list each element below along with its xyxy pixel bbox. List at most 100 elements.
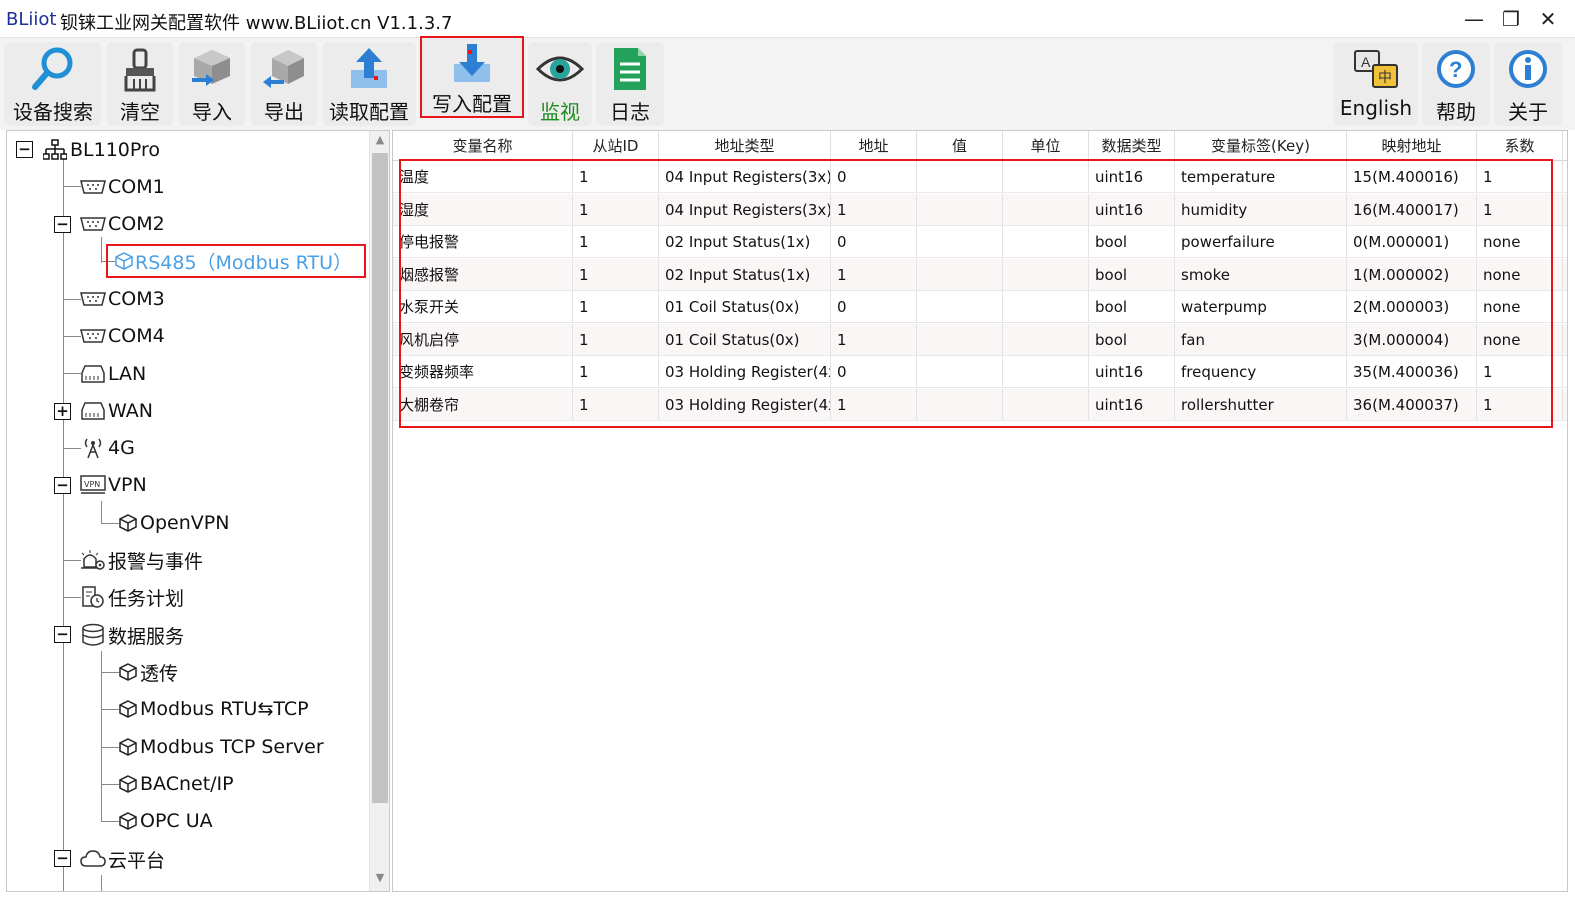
table-cell[interactable]: [917, 291, 1003, 322]
collapse-com2-toggle[interactable]: −: [54, 216, 71, 233]
column-header[interactable]: 地址: [831, 131, 917, 160]
table-cell[interactable]: 1: [1477, 193, 1563, 225]
read-config-button[interactable]: 读取配置: [322, 42, 416, 126]
table-cell[interactable]: 1: [831, 323, 917, 355]
table-cell[interactable]: [1003, 258, 1089, 290]
table-row[interactable]: 大棚卷帘 1 03 Holding Register(4x) 1 uint16 rolle…: [393, 388, 1567, 421]
english-button[interactable]: A中 English: [1334, 42, 1418, 126]
column-header[interactable]: 变量标签(Key): [1175, 131, 1347, 160]
column-header[interactable]: 单位: [1003, 131, 1089, 160]
table-cell[interactable]: [917, 356, 1003, 387]
table-cell[interactable]: smoke: [1175, 258, 1347, 290]
table-cell[interactable]: 02 Input Status(1x): [659, 258, 831, 290]
table-cell[interactable]: 2(M.000003): [1347, 291, 1477, 322]
table-row[interactable]: 风机启停 1 01 Coil Status(0x) 1 bool fan 3(M.00000…: [393, 323, 1567, 356]
column-header[interactable]: 系数: [1477, 131, 1563, 160]
table-row[interactable]: 变频器频率 1 03 Holding Register(4x) 0 uint16 freq…: [393, 356, 1567, 388]
table-cell[interactable]: none: [1477, 226, 1563, 257]
table-cell[interactable]: [917, 258, 1003, 290]
table-cell[interactable]: humidity: [1175, 193, 1347, 225]
table-cell[interactable]: 16(M.400017): [1347, 193, 1477, 225]
table-cell[interactable]: frequency: [1175, 356, 1347, 387]
tree-node-data-service[interactable]: 数据服务: [79, 620, 184, 650]
expand-wan-toggle[interactable]: +: [54, 403, 71, 420]
table-row[interactable]: 水泵开关 1 01 Coil Status(0x) 0 bool waterpump 2(M…: [393, 291, 1567, 323]
tree-node-openvpn[interactable]: OpenVPN: [117, 508, 229, 538]
table-cell[interactable]: 0: [831, 291, 917, 322]
export-button[interactable]: 导出: [250, 42, 318, 126]
table-cell[interactable]: uint16: [1089, 193, 1175, 225]
table-cell[interactable]: 水泵开关: [393, 291, 573, 322]
table-cell[interactable]: [1003, 226, 1089, 257]
table-cell[interactable]: uint16: [1089, 388, 1175, 420]
table-cell[interactable]: 0: [831, 226, 917, 257]
tree-node-rs485[interactable]: RS485（Modbus RTU）: [106, 244, 366, 278]
table-cell[interactable]: 03 Holding Register(4x): [659, 388, 831, 420]
table-cell[interactable]: 1: [831, 258, 917, 290]
table-cell[interactable]: [917, 161, 1003, 192]
table-cell[interactable]: fan: [1175, 323, 1347, 355]
import-button[interactable]: 导入: [178, 42, 246, 126]
column-header[interactable]: 映射地址: [1347, 131, 1477, 160]
help-button[interactable]: ? 帮助: [1422, 42, 1490, 126]
table-cell[interactable]: 0: [831, 161, 917, 192]
table-cell[interactable]: 1: [573, 193, 659, 225]
minimize-button[interactable]: —: [1455, 4, 1493, 34]
tree-node-com4[interactable]: COM4: [79, 321, 165, 351]
about-button[interactable]: 关于: [1494, 42, 1562, 126]
table-cell[interactable]: [1003, 161, 1089, 192]
table-cell[interactable]: uint16: [1089, 161, 1175, 192]
tree-node-root[interactable]: BL110Pro: [41, 135, 160, 165]
table-cell[interactable]: 1(M.000002): [1347, 258, 1477, 290]
collapse-cloud-toggle[interactable]: −: [54, 850, 71, 867]
tree-node-4g[interactable]: 4G: [79, 433, 135, 463]
column-header[interactable]: 值: [917, 131, 1003, 160]
table-cell[interactable]: 04 Input Registers(3x): [659, 161, 831, 192]
table-cell[interactable]: 01 Coil Status(0x): [659, 323, 831, 355]
table-cell[interactable]: 1: [573, 161, 659, 192]
log-button[interactable]: 日志: [596, 42, 664, 126]
tree-node-modbus-rtu-tcp[interactable]: Modbus RTU⇆TCP: [117, 694, 309, 724]
restore-button[interactable]: ❐: [1492, 4, 1530, 34]
table-cell[interactable]: 停电报警: [393, 226, 573, 257]
table-cell[interactable]: [1003, 323, 1089, 355]
column-header[interactable]: 数据类型: [1089, 131, 1175, 160]
table-cell[interactable]: 变频器频率: [393, 356, 573, 387]
column-header[interactable]: 变量名称: [393, 131, 573, 160]
table-cell[interactable]: 1: [573, 226, 659, 257]
tree-node-opcua[interactable]: OPC UA: [117, 806, 213, 836]
collapse-vpn-toggle[interactable]: −: [54, 477, 71, 494]
close-button[interactable]: ✕: [1529, 4, 1567, 34]
table-cell[interactable]: 0: [831, 356, 917, 387]
clear-button[interactable]: 清空: [106, 42, 174, 126]
tree-node-bacnet[interactable]: BACnet/IP: [117, 769, 234, 799]
table-cell[interactable]: [1003, 356, 1089, 387]
table-row[interactable]: 停电报警 1 02 Input Status(1x) 0 bool powerfailur…: [393, 226, 1567, 258]
table-cell[interactable]: 01 Coil Status(0x): [659, 291, 831, 322]
table-cell[interactable]: none: [1477, 258, 1563, 290]
table-cell[interactable]: 风机启停: [393, 323, 573, 355]
table-cell[interactable]: 1: [573, 356, 659, 387]
column-header[interactable]: 从站ID: [573, 131, 659, 160]
scroll-thumb[interactable]: [372, 153, 388, 803]
table-cell[interactable]: rollershutter: [1175, 388, 1347, 420]
table-row[interactable]: 湿度 1 04 Input Registers(3x) 1 uint16 humidity…: [393, 193, 1567, 226]
table-cell[interactable]: 1: [1477, 388, 1563, 420]
table-cell[interactable]: 1: [573, 291, 659, 322]
table-cell[interactable]: 大棚卷帘: [393, 388, 573, 420]
table-cell[interactable]: 02 Input Status(1x): [659, 226, 831, 257]
tree-node-cloud[interactable]: 云平台: [79, 844, 165, 874]
table-cell[interactable]: 36(M.400037): [1347, 388, 1477, 420]
table-cell[interactable]: powerfailure: [1175, 226, 1347, 257]
table-cell[interactable]: [917, 323, 1003, 355]
scroll-down-icon[interactable]: ▼: [370, 871, 389, 889]
table-cell[interactable]: bool: [1089, 226, 1175, 257]
tree-node-com1[interactable]: COM1: [79, 172, 165, 202]
table-cell[interactable]: 1: [1477, 356, 1563, 387]
tree-node-transparent[interactable]: 透传: [117, 657, 178, 687]
table-cell[interactable]: 15(M.400016): [1347, 161, 1477, 192]
table-cell[interactable]: 湿度: [393, 193, 573, 225]
tree-node-com3[interactable]: COM3: [79, 284, 165, 314]
table-cell[interactable]: [917, 226, 1003, 257]
monitor-button[interactable]: 监视: [528, 42, 592, 126]
